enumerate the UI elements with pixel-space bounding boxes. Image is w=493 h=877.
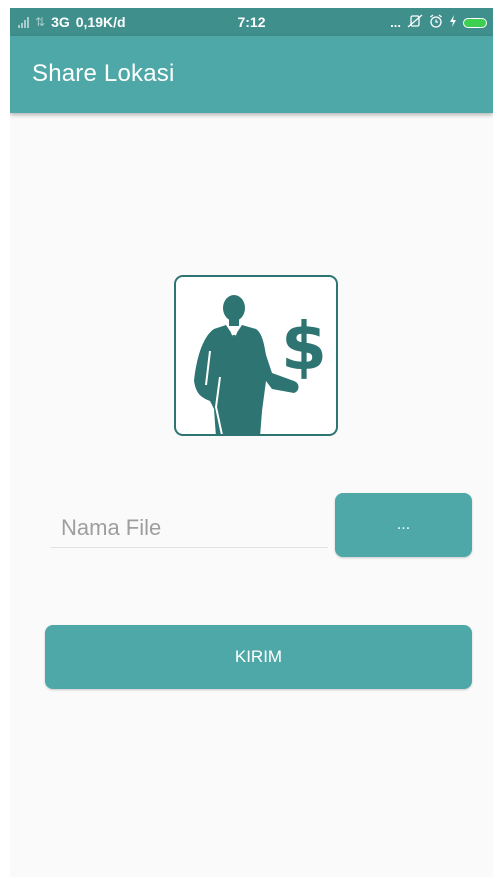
send-button[interactable]: KIRIM xyxy=(45,625,472,689)
dollar-glyph: $ xyxy=(281,308,327,385)
app-bar: Share Lokasi xyxy=(10,36,493,113)
browse-file-button[interactable]: ... xyxy=(335,493,472,557)
status-bar: ⇅ 3G 0,19K/d 7:12 ... xyxy=(10,8,493,36)
status-right-group: ... xyxy=(390,14,487,31)
app-logo: $ xyxy=(174,275,338,436)
more-notifications-indicator: ... xyxy=(390,15,401,30)
alarm-icon xyxy=(429,14,443,31)
vibrate-off-icon xyxy=(407,14,423,31)
page-title: Share Lokasi xyxy=(32,60,175,87)
battery-icon xyxy=(463,17,487,28)
charging-icon xyxy=(449,15,457,30)
phone-screen: ⇅ 3G 0,19K/d 7:12 ... Share Lokasi $ Nam… xyxy=(10,8,493,877)
file-name-input[interactable] xyxy=(50,508,328,548)
businessman-dollar-icon: $ xyxy=(194,295,327,434)
